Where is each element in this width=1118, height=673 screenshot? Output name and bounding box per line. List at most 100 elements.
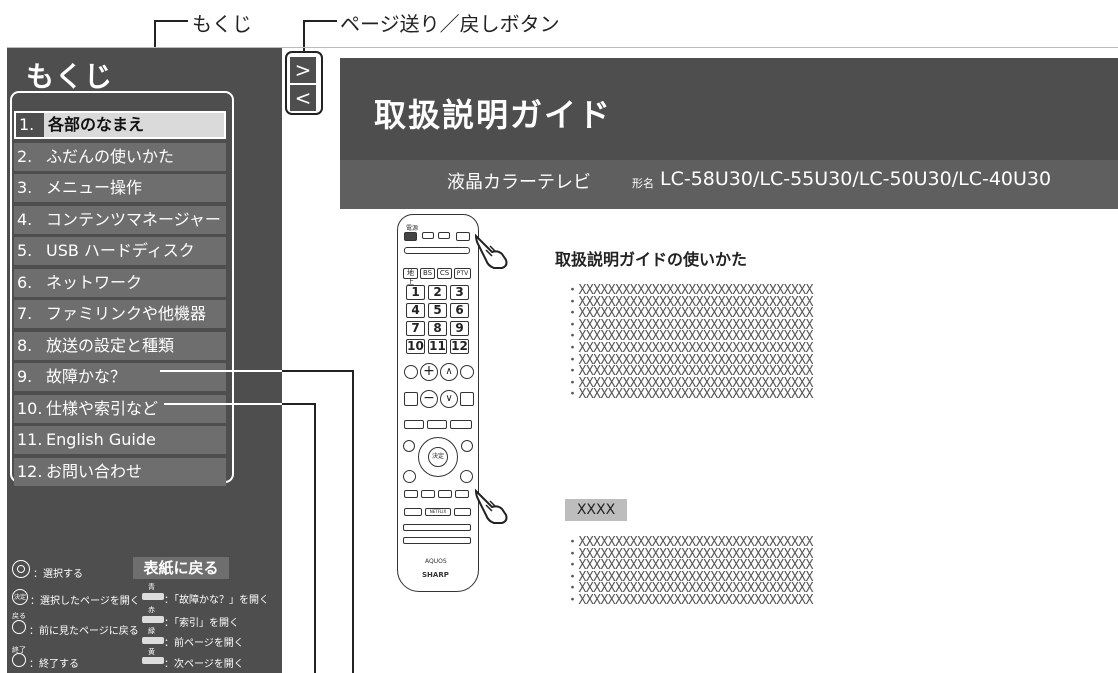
toc-item-label: ふだんの使いかた (46, 147, 175, 166)
remote-num-key-4: 4 (406, 303, 425, 318)
prev-page-button[interactable]: < (289, 84, 317, 112)
toc-item-number: 3. (17, 178, 33, 197)
remote-input-key (460, 392, 474, 406)
remote-num-key-12: 12 (450, 339, 469, 354)
toc-item-number: 9. (17, 367, 33, 386)
remote-search-key (460, 365, 474, 379)
toc-item-number: 12. (17, 462, 43, 481)
legend-blue: ：「故障かな？」を開く (164, 595, 269, 606)
toc-item-2[interactable]: 2. ふだんの使いかた (14, 143, 226, 171)
toc-item-4[interactable]: 4. コンテンツマネージャー (14, 206, 226, 234)
remote-mute-key (404, 392, 418, 406)
remote-num-key-3: 3 (450, 285, 469, 300)
blue-button-icon (142, 593, 164, 600)
remote-num-key-2: 2 (428, 285, 447, 300)
remote-back-key (460, 470, 473, 483)
toc-item-12[interactable]: 12. お問い合わせ (14, 458, 226, 486)
toc-item-label: ネットワーク (46, 273, 143, 292)
model-label: 形名 (632, 177, 654, 190)
remote-key-row2 (404, 247, 470, 254)
remote-rec-key (404, 508, 422, 516)
next-page-button[interactable]: > (289, 56, 317, 84)
item10-connector-h-out (282, 403, 315, 405)
legend-back-prev: ：前に見たページに戻る (29, 626, 139, 637)
remote-ptv-key: PTV (454, 268, 471, 279)
usage-section-title: 取扱説明ガイドの使いかた (555, 250, 748, 269)
back-icon (12, 620, 26, 634)
toc-item-label: USB ハードディスク (46, 241, 195, 260)
remote-num-key-8: 8 (428, 321, 447, 336)
remote-num-key-11: 11 (428, 339, 447, 354)
toc-item-number: 11. (17, 430, 43, 449)
legend-green: ：前ページを開く (164, 638, 244, 649)
yellow-button-icon (142, 657, 164, 664)
toc-item-number: 7. (17, 304, 33, 323)
remote-key-r1 (454, 508, 471, 516)
remote-tool-key (461, 440, 473, 452)
remote-cs-key: CS (437, 268, 452, 279)
remote-blue-key (404, 490, 418, 498)
remote-dot-key (404, 365, 418, 379)
remote-num-key-6: 6 (450, 303, 469, 318)
back-to-cover-button[interactable]: 表紙に戻る (133, 557, 229, 579)
product-type: 液晶カラーテレビ (447, 172, 591, 193)
item10-connector-v (314, 403, 316, 673)
nav-callout-line-h (303, 20, 337, 22)
placeholder-line: ・XXXXXXXXXXXXXXXXXXXXXXXXXXXXXXXX (566, 387, 813, 403)
remote-minus-key: − (420, 390, 438, 408)
legend-select: ：選択する (33, 569, 83, 580)
remote-yellow-key (455, 490, 469, 498)
remote-key-row-b (427, 420, 447, 429)
toc-item-number: 8. (17, 336, 33, 355)
remote-key-a (422, 232, 434, 239)
remote-up-key: ∧ (440, 363, 458, 381)
enter-icon-label: 決定 (14, 594, 27, 601)
toc-item-number: 5. (17, 241, 33, 260)
toc-item-label: 放送の設定と種類 (46, 336, 175, 355)
remote-power-key (404, 232, 417, 241)
toc-item-8[interactable]: 8. 放送の設定と種類 (14, 332, 226, 360)
end-icon (12, 653, 26, 667)
item9-connector-v (352, 370, 354, 673)
toc-item-5[interactable]: 5. USB ハードディスク (14, 237, 226, 265)
red-button-icon (142, 616, 164, 623)
remote-red-key (421, 490, 435, 498)
toc-item-number: 4. (17, 210, 33, 229)
remote-num-key-1: 1 (406, 285, 425, 300)
remote-num-key-7: 7 (406, 321, 425, 336)
legend-yellow-label: 黄 (148, 648, 155, 656)
remote-power-label: 電源 (406, 225, 419, 232)
toc-item-7[interactable]: 7. ファミリンクや他機器 (14, 300, 226, 328)
legend-open-selected: ：選択したページを開く (30, 596, 140, 607)
item9-connector-h-out (282, 370, 353, 372)
toc-item-label: お問い合わせ (46, 462, 143, 481)
remote-down-key: ∨ (440, 390, 458, 408)
toc-item-1[interactable]: 1. 各部のなまえ (14, 111, 226, 139)
toc-item-label: コンテンツマネージャー (46, 210, 221, 229)
toc-item-9[interactable]: 9. 故障かな？ (14, 363, 226, 391)
toc-item-6[interactable]: 6. ネットワーク (14, 269, 226, 297)
remote-brand-label: AQUOS (425, 558, 447, 565)
remote-num-key-5: 5 (428, 303, 447, 318)
remote-bs-key: BS (420, 268, 435, 279)
green-button-icon (142, 637, 164, 644)
remote-key-c (456, 232, 470, 241)
remote-maker-label: SHARP (422, 571, 449, 579)
toc-item-11[interactable]: 11. English Guide (14, 426, 226, 454)
toc-item-3[interactable]: 3. メニュー操作 (14, 174, 226, 202)
legend-blue-label: 青 (148, 583, 155, 591)
toc-item-number: 1. (16, 113, 44, 137)
toc-item-label: メニュー操作 (46, 178, 143, 197)
toc-callout-line-h (154, 20, 188, 22)
section2-label: XXXX (565, 499, 627, 521)
remote-end-key (403, 470, 416, 483)
toc-item-10[interactable]: 10. 仕様や索引など (14, 395, 226, 423)
toc-title: もくじ (26, 60, 114, 93)
remote-data-key (403, 440, 415, 452)
toc-item-number: 2. (17, 147, 33, 166)
remote-num-key-10: 10 (406, 339, 425, 354)
legend-red-label: 赤 (148, 606, 155, 614)
remote-plus-key: + (420, 363, 438, 381)
remote-transport-1 (403, 524, 471, 531)
pointing-hand-icon-bottom (474, 488, 508, 524)
